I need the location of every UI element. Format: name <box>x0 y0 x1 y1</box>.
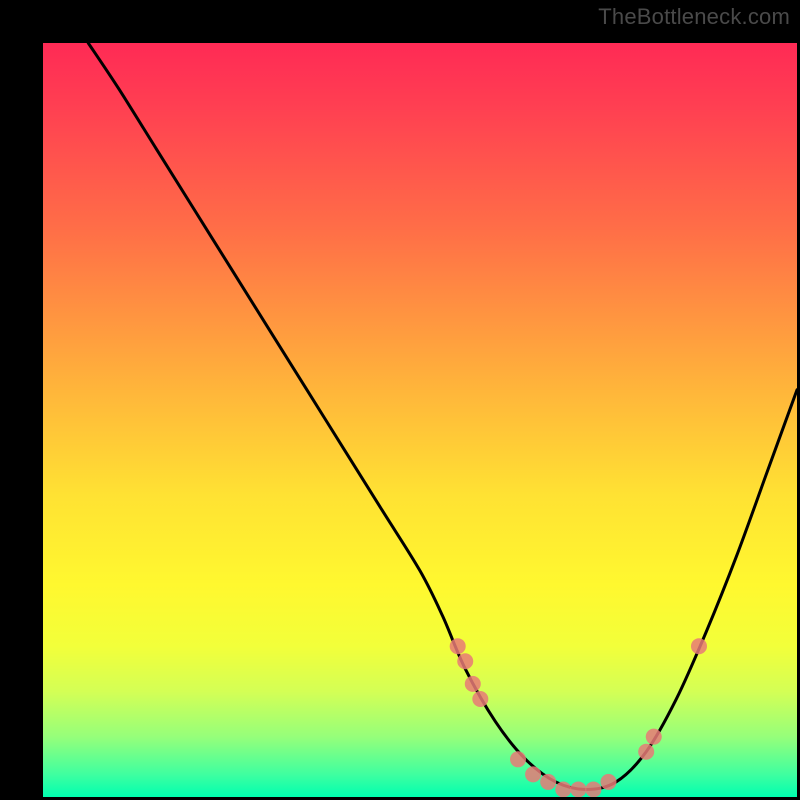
data-marker <box>601 774 617 790</box>
bottleneck-curve <box>88 43 797 789</box>
data-marker <box>691 638 707 654</box>
data-marker <box>457 653 473 669</box>
data-marker <box>525 766 541 782</box>
plot-area <box>43 43 797 797</box>
data-marker <box>450 638 466 654</box>
chart-frame <box>20 20 780 780</box>
data-marker <box>555 781 571 797</box>
data-marker <box>585 781 601 797</box>
chart-svg <box>43 43 797 797</box>
data-marker <box>472 691 488 707</box>
data-marker <box>540 774 556 790</box>
data-marker <box>510 751 526 767</box>
data-marker <box>570 781 586 797</box>
data-marker <box>638 744 654 760</box>
data-marker <box>465 676 481 692</box>
data-marker <box>646 729 662 745</box>
watermark-text: TheBottleneck.com <box>598 4 790 30</box>
curve-layer <box>88 43 797 789</box>
